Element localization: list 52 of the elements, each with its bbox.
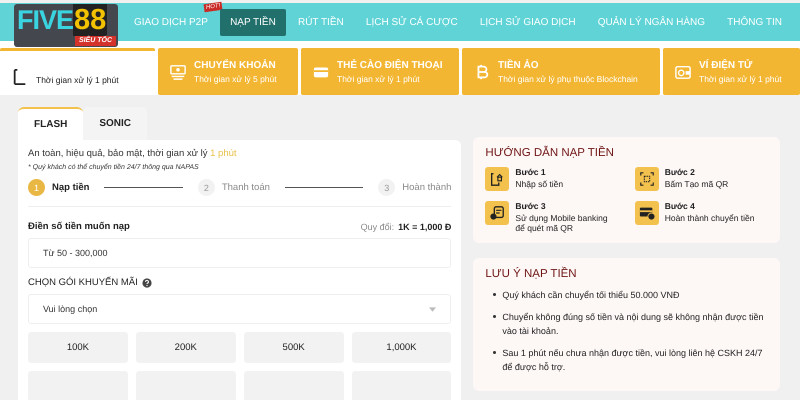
money-icon bbox=[170, 64, 186, 80]
nav-tab[interactable]: LỊCH SỬ GIAO DỊCH bbox=[470, 8, 586, 36]
step-label: Nạp tiền bbox=[52, 182, 90, 193]
nav-tab[interactable]: LỊCH SỬ CÁ CƯỢC bbox=[356, 8, 468, 36]
note-item: Chuyển không đúng số tiền và nội dung sẽ không nhận được tiền vào tài khoản. bbox=[502, 310, 765, 338]
wallet-icon bbox=[675, 64, 691, 80]
method-card[interactable]: THẺ CÀO ĐIỆN THOẠI Thời gian xử lý 1 phút bbox=[301, 48, 459, 95]
step-label: Thanh toán bbox=[222, 182, 270, 193]
nav-tab[interactable]: RÚT TIỀN bbox=[288, 8, 354, 36]
amount-label: Điền số tiền muốn nạp bbox=[28, 221, 130, 232]
method-card[interactable]: VÍ ĐIỆN TỬ Thời gian xử lý 1 phút bbox=[663, 48, 800, 95]
note-item: Sau 1 phút nếu chưa nhận được tiền, vui lòng liên hệ CSKH 24/7 để được hỗ trợ. bbox=[502, 346, 764, 374]
step-title: Bước 3 bbox=[515, 201, 547, 211]
note-item: Quý khách cần chuyển tối thiểu 50.000 VNĐ bbox=[502, 289, 680, 302]
method-card[interactable]: TIỀN ẢO Thời gian xử lý phụ thuộc Blockchain bbox=[462, 48, 660, 95]
guide-title: HƯỚNG DẪN NẠP TIỀN bbox=[485, 147, 615, 159]
rate-value: 1K = 1,000 Đ bbox=[398, 222, 452, 232]
nav-tab[interactable]: NẠP TIỀN bbox=[220, 8, 286, 36]
help-icon bbox=[142, 278, 152, 288]
step-number: 3 bbox=[378, 179, 396, 196]
promo-label: CHỌN GÓI KHUYẾN MÃI bbox=[28, 277, 138, 288]
tab[interactable]: FLASH bbox=[18, 107, 84, 140]
method-card[interactable]: CHUYỂN KHOẢN Thời gian xử lý 5 phút bbox=[158, 48, 298, 95]
qr-icon bbox=[634, 167, 659, 191]
step-label: Hoàn thành bbox=[402, 182, 452, 193]
caret-icon bbox=[429, 306, 436, 312]
amount-button[interactable]: 1,000K bbox=[352, 332, 452, 363]
bullet-icon bbox=[493, 314, 496, 318]
step-description: Hoàn thành chuyển tiền bbox=[664, 213, 754, 224]
rate-label: Quy đổi: bbox=[360, 222, 394, 232]
step-description: Sử dụng Mobile banking để quét mã QR bbox=[515, 213, 609, 234]
tab[interactable]: SONIC bbox=[83, 107, 148, 140]
step-number: 1 bbox=[28, 179, 45, 196]
step-title: Bước 2 bbox=[664, 167, 696, 177]
notes-title: LƯU Ý NẠP TIỀN bbox=[485, 268, 578, 280]
step-description: Bấm Tạo mã QR bbox=[664, 179, 728, 190]
bullet-icon bbox=[493, 350, 496, 354]
step-number: 2 bbox=[198, 179, 215, 196]
amount-button[interactable]: 100K bbox=[28, 332, 128, 363]
card-icon bbox=[634, 201, 659, 225]
document-icon bbox=[485, 201, 510, 225]
amount-button[interactable]: 200K bbox=[136, 332, 236, 363]
bullet-icon bbox=[493, 293, 496, 296]
nav-tab[interactable]: THÔNG TIN bbox=[717, 8, 792, 36]
nav-tab[interactable]: QUẢN LÝ NGÂN HÀNG bbox=[588, 8, 716, 36]
promo-select[interactable]: Vui lòng chọn bbox=[28, 294, 452, 324]
step-title: Bước 4 bbox=[664, 201, 696, 211]
amount-button[interactable]: 500K bbox=[244, 332, 344, 363]
step-title: Bước 1 bbox=[515, 167, 547, 177]
step-description: Nhập số tiền bbox=[515, 179, 564, 190]
intro-text: An toàn, hiệu quả, bảo mật, thời gian xử lý 1 phút bbox=[28, 148, 238, 159]
amount-field[interactable]: Từ 50 - 300,000 bbox=[28, 238, 452, 268]
